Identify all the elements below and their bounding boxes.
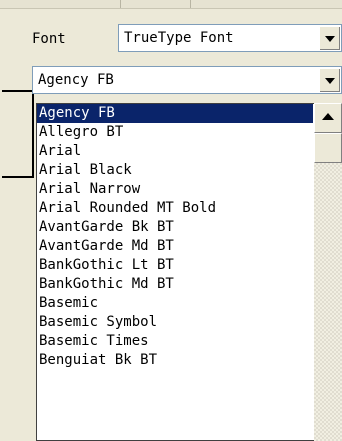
list-scrollbar[interactable] <box>314 103 342 441</box>
font-list-item[interactable]: Basemic Times <box>37 332 313 351</box>
font-name-dropdown-arrow-icon[interactable] <box>319 68 340 92</box>
font-list-item[interactable]: Basemic <box>37 294 313 313</box>
font-list-item[interactable]: AvantGarde Md BT <box>37 237 313 256</box>
font-type-value: TrueType Font <box>124 30 234 46</box>
font-list-item[interactable]: Arial Rounded MT Bold <box>37 199 313 218</box>
font-name-combobox[interactable]: Agency FB <box>32 66 342 94</box>
font-list-item[interactable]: Allegro BT <box>37 123 313 142</box>
scroll-up-arrow-icon[interactable] <box>314 103 342 133</box>
scroll-thumb[interactable] <box>314 133 342 163</box>
font-list-item[interactable]: Arial Narrow <box>37 180 313 199</box>
font-list-item[interactable]: Basemic Symbol <box>37 313 313 332</box>
font-type-combobox[interactable]: TrueType Font <box>118 24 342 52</box>
font-list-item[interactable]: Arial <box>37 142 313 161</box>
font-list-item[interactable]: Agency FB <box>37 104 313 123</box>
font-label: Font <box>32 31 66 47</box>
font-list-item[interactable]: Arial Black <box>37 161 313 180</box>
top-tab-strip <box>0 0 342 9</box>
font-list-item[interactable]: AvantGarde Bk BT <box>37 218 313 237</box>
font-type-dropdown-arrow-icon[interactable] <box>319 26 340 50</box>
tab-strip-segment <box>120 0 191 8</box>
font-list-item[interactable]: Benguiat Bk BT <box>37 351 313 370</box>
font-name-value: Agency FB <box>38 72 114 88</box>
font-list-item[interactable]: BankGothic Md BT <box>37 275 313 294</box>
font-list-item[interactable]: BankGothic Lt BT <box>37 256 313 275</box>
tab-strip-segment <box>0 0 121 8</box>
font-dropdown-list[interactable]: Agency FB Allegro BT Arial Arial Black Arial… <box>36 103 342 441</box>
